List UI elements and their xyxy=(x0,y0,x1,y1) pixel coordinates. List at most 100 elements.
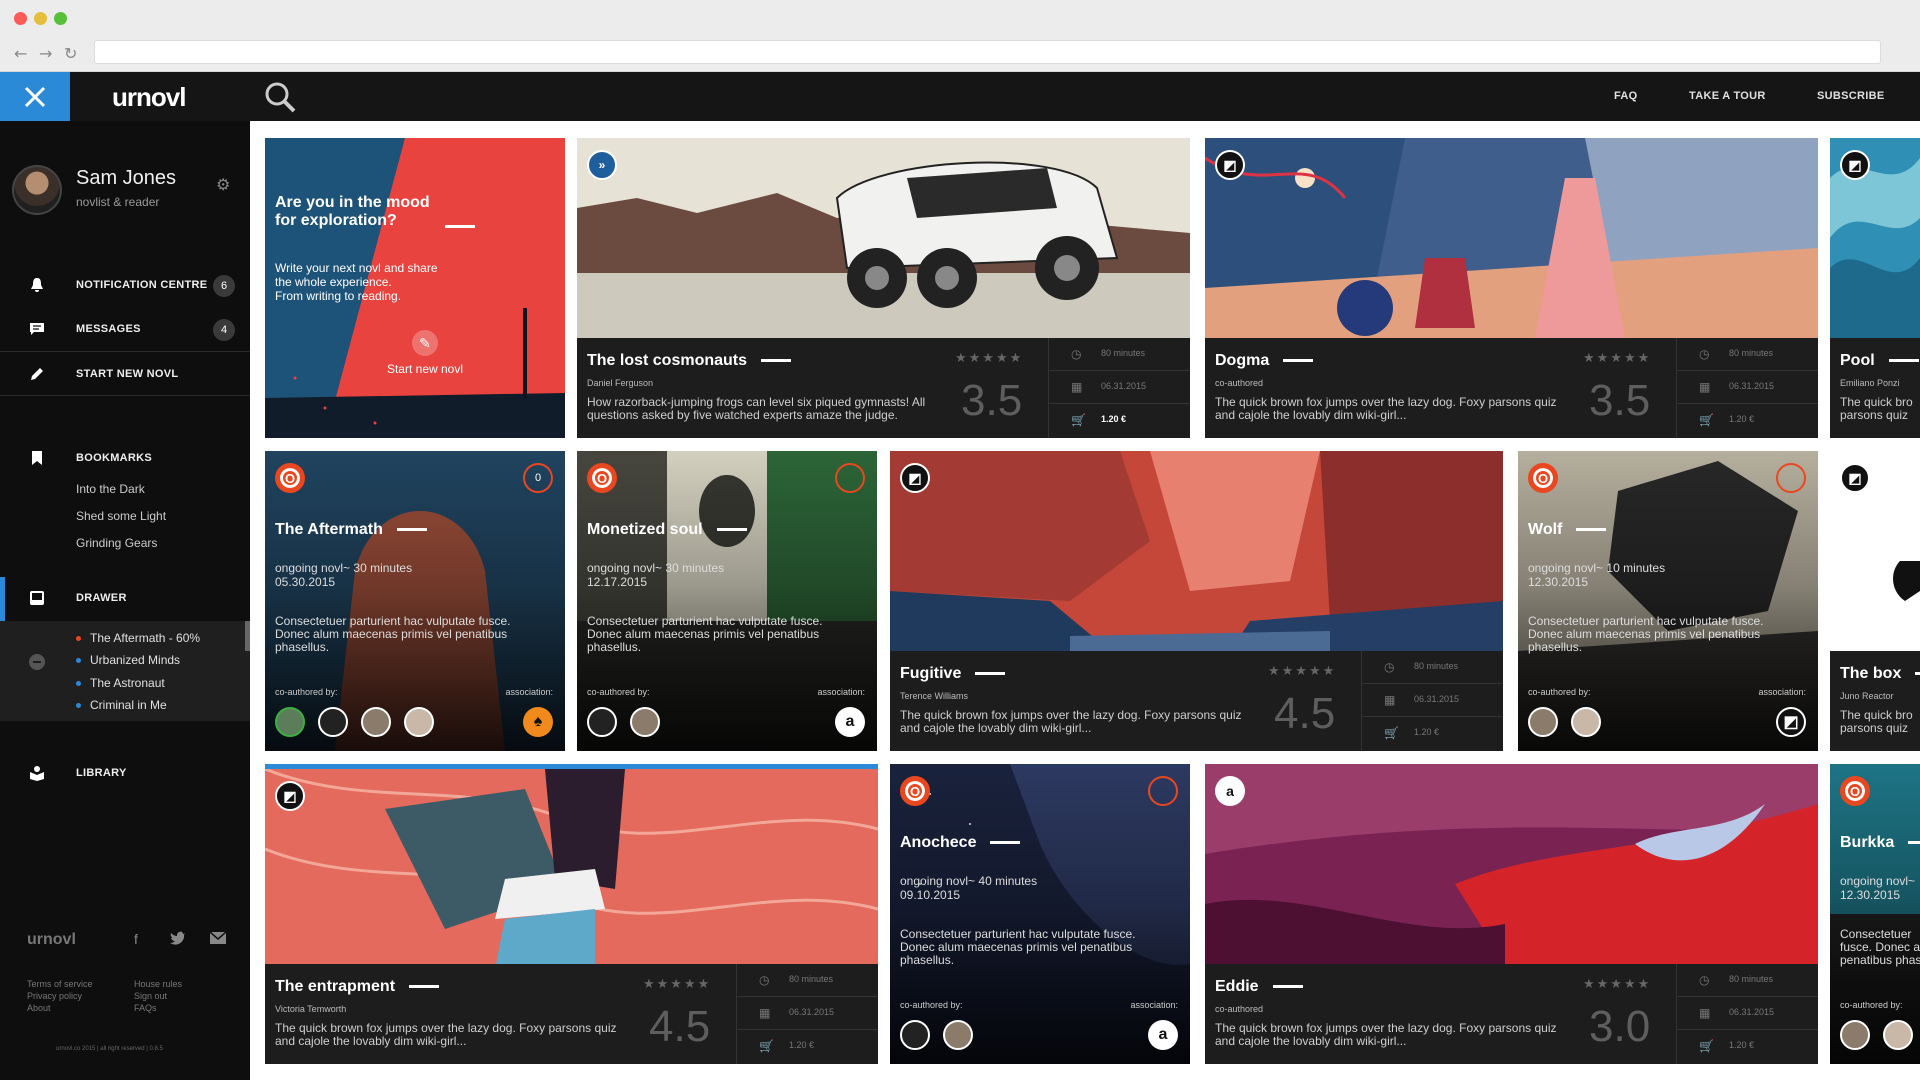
avatar[interactable] xyxy=(943,1020,973,1050)
publisher-badge[interactable]: ◩ xyxy=(1840,150,1870,180)
sidebar-item-drawer[interactable]: DRAWER xyxy=(0,579,250,619)
sidebar-item-library[interactable]: LIBRARY xyxy=(0,754,250,794)
card-description: The quick bro parsons quiz xyxy=(1840,708,1913,735)
progress-ring: 0 xyxy=(523,463,553,493)
footer-link-privacy[interactable]: Privacy policy xyxy=(27,991,82,1001)
publisher-badge[interactable]: » xyxy=(587,150,617,180)
card-ongoing: ongoing novl~ 10 minutes 12.30.2015 xyxy=(1528,561,1665,589)
publisher-badge[interactable]: O xyxy=(1840,776,1870,806)
drawer-item[interactable]: Urbanized Minds xyxy=(76,653,180,667)
rating-stars[interactable]: ★★★★★ xyxy=(1268,663,1336,679)
nav-subscribe[interactable]: SUBSCRIBE xyxy=(1817,90,1885,102)
drawer-item[interactable]: Criminal in Me xyxy=(76,698,167,712)
bookmark-item[interactable]: Shed some Light xyxy=(76,509,166,523)
rating-stars[interactable]: ★★★★★ xyxy=(955,350,1023,366)
publisher-badge[interactable]: ◩ xyxy=(1215,150,1245,180)
promo-card[interactable]: Are you in the mood for exploration? Wri… xyxy=(265,138,565,438)
duration-text: 80 minutes xyxy=(1729,348,1774,358)
publisher-badge[interactable]: ◩ xyxy=(275,781,305,811)
meta-price[interactable]: 🛒 1.20 € xyxy=(1362,717,1503,750)
meta-price[interactable]: 🛒 1.20 € xyxy=(1677,1030,1818,1063)
avatar[interactable] xyxy=(318,707,348,737)
sidebar-item-messages[interactable]: MESSAGES 4 xyxy=(0,310,250,350)
bookmark-item[interactable]: Grinding Gears xyxy=(76,536,157,550)
novl-card-the-box[interactable]: ◩ The box Juno Reactor The quick bro par… xyxy=(1830,451,1920,751)
publisher-badge[interactable]: O xyxy=(587,463,617,493)
search-icon[interactable] xyxy=(263,80,297,114)
avatar[interactable] xyxy=(1571,707,1601,737)
avatar[interactable] xyxy=(361,707,391,737)
address-bar[interactable] xyxy=(94,40,1881,64)
rating-stars[interactable]: ★★★★★ xyxy=(1583,350,1651,366)
publisher-logo-icon[interactable]: ◩ xyxy=(1776,707,1806,737)
drawer-item-label: The Aftermath - 60% xyxy=(90,631,201,645)
forward-icon[interactable]: → xyxy=(39,44,52,63)
meta-price[interactable]: 🛒 1.20 € xyxy=(1677,404,1818,437)
avatar[interactable] xyxy=(12,165,62,215)
amazon-icon[interactable]: a xyxy=(835,707,865,737)
novl-card-wolf[interactable]: O Wolf ongoing novl~ 10 minutes 12.30.20… xyxy=(1518,451,1818,751)
publisher-badge[interactable]: O xyxy=(1528,463,1558,493)
publisher-badge[interactable]: O xyxy=(275,463,305,493)
gear-icon[interactable]: ⚙ xyxy=(216,175,230,195)
card-meta: ◷ 80 minutes ▦ 06.31.2015 🛒 1.20 € xyxy=(1361,651,1503,751)
avatar[interactable] xyxy=(587,707,617,737)
back-icon[interactable]: ← xyxy=(14,44,27,63)
meta-price[interactable]: 🛒 1.20 € xyxy=(737,1030,878,1063)
footer-link-sign-out[interactable]: Sign out xyxy=(134,991,167,1001)
drawer-item[interactable]: The Aftermath - 60% xyxy=(76,631,201,645)
facebook-icon[interactable]: f xyxy=(134,931,138,947)
footer-link-about[interactable]: About xyxy=(27,1003,51,1013)
penguin-icon[interactable]: ♠ xyxy=(523,707,553,737)
mail-icon[interactable] xyxy=(209,931,227,947)
novl-card-fugitive[interactable]: ◩ Fugitive Terence Williams The quick br… xyxy=(890,451,1503,751)
remove-icon[interactable] xyxy=(29,654,45,670)
publisher-badge[interactable]: O xyxy=(900,776,930,806)
window-minimize-button[interactable] xyxy=(34,12,47,25)
avatar[interactable] xyxy=(900,1020,930,1050)
publisher-badge[interactable]: a xyxy=(1215,776,1245,806)
footer-link-terms[interactable]: Terms of service xyxy=(27,979,93,989)
avatar[interactable] xyxy=(275,707,305,737)
novl-card-pool[interactable]: ◩ Pool Emiliano Ponzi The quick bro pars… xyxy=(1830,138,1920,438)
twitter-icon[interactable] xyxy=(170,931,186,948)
avatar[interactable] xyxy=(1528,707,1558,737)
price-text: 1.20 € xyxy=(1729,414,1755,424)
status-dot xyxy=(76,703,81,708)
rating-stars[interactable]: ★★★★★ xyxy=(1583,976,1651,992)
drawer-item[interactable]: The Astronaut xyxy=(76,676,165,690)
avatar[interactable] xyxy=(630,707,660,737)
app-logo[interactable]: urnovl xyxy=(112,82,186,113)
novl-card-dogma[interactable]: ◩ Dogma co-authored The quick brown fox … xyxy=(1205,138,1818,438)
sidebar-item-notifications[interactable]: NOTIFICATION CENTRE 6 xyxy=(0,266,250,306)
avatar[interactable] xyxy=(1883,1020,1913,1050)
amazon-icon[interactable]: a xyxy=(1148,1020,1178,1050)
close-menu-button[interactable] xyxy=(0,72,70,121)
bookmark-item[interactable]: Into the Dark xyxy=(76,482,145,496)
avatar[interactable] xyxy=(1840,1020,1870,1050)
novl-card-burkka[interactable]: O Burkka ongoing novl~ 12.30.2015 Consec… xyxy=(1830,764,1920,1064)
novl-card-aftermath[interactable]: O 0 The Aftermath ongoing novl~ 30 minut… xyxy=(265,451,565,751)
meta-price[interactable]: 🛒 1.20 € xyxy=(1049,404,1190,437)
novl-card-lost-cosmonauts[interactable]: » The lost cosmonauts Daniel Ferguson Ho… xyxy=(577,138,1190,438)
sidebar-item-start-new-novl[interactable]: START NEW NOVL xyxy=(0,355,250,395)
nav-faq[interactable]: FAQ xyxy=(1614,90,1638,102)
window-close-button[interactable] xyxy=(14,12,27,25)
novl-card-monetized-soul[interactable]: O Monetized soul ongoing novl~ 30 minute… xyxy=(577,451,877,751)
nav-take-a-tour[interactable]: TAKE A TOUR xyxy=(1689,90,1766,102)
sidebar-item-bookmarks[interactable]: BOOKMARKS xyxy=(0,439,250,479)
calendar-icon: ▦ xyxy=(1071,380,1083,394)
novl-card-entrapment[interactable]: ◩ The entrapment Victoria Temworth The q… xyxy=(265,764,878,1064)
window-maximize-button[interactable] xyxy=(54,12,67,25)
footer-link-faqs[interactable]: FAQs xyxy=(134,1003,157,1013)
footer-link-house-rules[interactable]: House rules xyxy=(134,979,182,989)
publisher-badge[interactable]: ◩ xyxy=(900,463,930,493)
reload-icon[interactable]: ↻ xyxy=(64,44,77,63)
rating-stars[interactable]: ★★★★★ xyxy=(643,976,711,992)
start-new-novl-button[interactable]: ✎ Start new novl xyxy=(370,330,480,376)
novl-card-anochece[interactable]: O Anochece ongoing novl~ 40 minutes 09.1… xyxy=(890,764,1190,1064)
avatar[interactable] xyxy=(404,707,434,737)
sidebar-item-label: BOOKMARKS xyxy=(76,452,153,464)
footer-logo[interactable]: urnovl xyxy=(27,931,76,949)
novl-card-eddie[interactable]: a Eddie co-authored The quick brown fox … xyxy=(1205,764,1818,1064)
